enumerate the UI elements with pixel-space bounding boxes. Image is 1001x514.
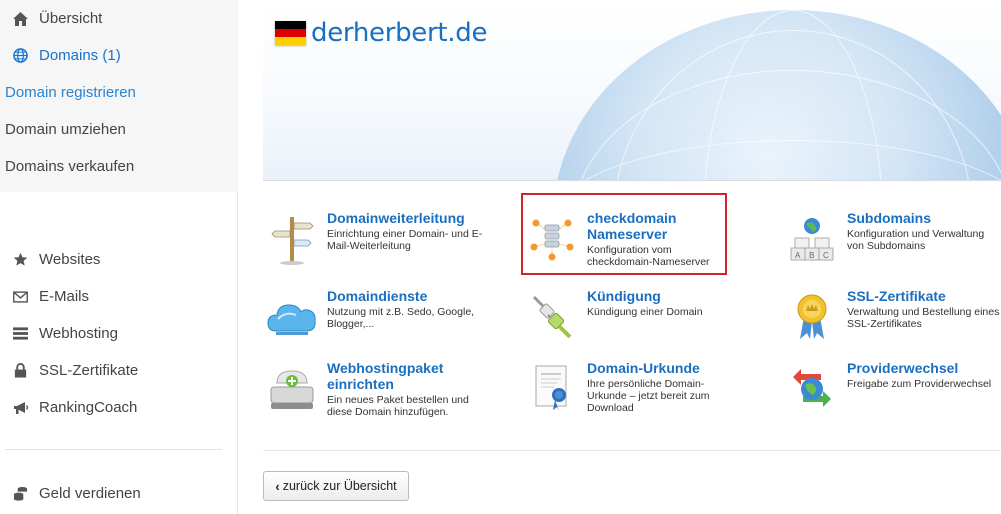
sidebar-item-label: Websites: [39, 251, 101, 268]
tile-domainweiterleitung[interactable]: Domainweiterleitung Einrichtung einer Do…: [263, 210, 498, 268]
tile-description: Einrichtung einer Domain- und E-Mail-Wei…: [327, 228, 483, 252]
tile-title: Domaindienste: [327, 288, 428, 304]
domain-name: derherbert.de: [311, 18, 488, 48]
tile-title: Providerwechsel: [847, 360, 959, 376]
sidebar-item-label: SSL-Zertifikate: [39, 362, 139, 379]
tile-title: Subdomains: [847, 210, 932, 226]
sidebar-main-block: Übersicht Domains (1) Domain registriere…: [0, 0, 238, 192]
tile-kuendigung[interactable]: Kündigung Kündigung einer Domain: [523, 288, 723, 346]
home-icon: [0, 11, 39, 26]
tile-webhostingpaket[interactable]: Webhostingpaket einrichten Ein neues Pak…: [263, 360, 498, 418]
sidebar-item-label: E-Mails: [39, 288, 90, 305]
content-divider: [263, 450, 1001, 451]
tile-domaindienste[interactable]: Domaindienste Nutzung mit z.B. Sedo, Goo…: [263, 288, 498, 346]
tile-description: Verwaltung und Bestellung eines SSL-Zert…: [847, 306, 1000, 330]
star-icon: [0, 252, 39, 267]
sidebar-item-domains[interactable]: Domains (1): [0, 37, 238, 74]
page-title: derherbert.de: [275, 18, 487, 48]
signpost-icon: [263, 210, 321, 268]
tile-title: Domainweiterleitung: [327, 210, 465, 226]
sidebar-item-label: RankingCoach: [39, 399, 138, 416]
unplug-icon: [523, 288, 581, 346]
sidebar-item-label: Domains (1): [39, 47, 121, 64]
tile-description: Ein neues Paket bestellen und diese Doma…: [327, 394, 469, 418]
sidebar-subitem-domains-verkaufen[interactable]: Domains verkaufen: [0, 148, 238, 185]
sidebar-divider: [5, 449, 222, 450]
tile-description: Freigabe zum Providerwechsel: [847, 378, 992, 390]
tile-description: Nutzung mit z.B. Sedo, Google, Blogger,.…: [327, 306, 475, 330]
selection-highlight: [521, 193, 727, 275]
back-button-label: zurück zur Übersicht: [282, 479, 397, 493]
sidebar-item-uebersicht[interactable]: Übersicht: [0, 0, 238, 37]
envelope-icon: [0, 290, 39, 303]
tile-subdomains[interactable]: A B C Subdomains Konfiguration und Verwa…: [783, 210, 1001, 268]
hosting-add-icon: [263, 360, 321, 418]
svg-text:A: A: [795, 251, 801, 260]
sidebar-item-websites[interactable]: Websites: [0, 241, 238, 278]
back-to-overview-button[interactable]: ‹ zurück zur Übersicht: [263, 471, 409, 501]
switch-globe-icon: [783, 360, 841, 418]
award-icon: [783, 288, 841, 346]
header-banner: derherbert.de: [263, 0, 1001, 181]
chevron-left-icon: ‹: [275, 478, 280, 494]
cloud-icon: [263, 288, 321, 346]
sidebar-item-geld-verdienen[interactable]: Geld verdienen: [0, 475, 238, 512]
sidebar-item-rankingcoach[interactable]: RankingCoach: [0, 389, 238, 426]
sidebar-item-label: Geld verdienen: [39, 485, 141, 502]
svg-text:C: C: [823, 251, 829, 260]
germany-flag-icon: [275, 21, 306, 45]
tile-domain-urkunde[interactable]: Domain-Urkunde Ihre persönliche Domain-U…: [523, 360, 723, 418]
svg-text:B: B: [809, 251, 814, 260]
sidebar-subitem-domain-umziehen[interactable]: Domain umziehen: [0, 111, 238, 148]
sidebar-item-label: Übersicht: [39, 10, 103, 27]
tile-description: Ihre persönliche Domain-Urkunde – jetzt …: [587, 378, 710, 414]
sidebar-item-emails[interactable]: E-Mails: [0, 278, 238, 315]
globe-illustration: [553, 10, 1001, 180]
lock-icon: [0, 363, 39, 378]
certificate-icon: [523, 360, 581, 418]
sidebar: Übersicht Domains (1) Domain registriere…: [0, 0, 238, 514]
tile-title: Webhostingpaket einrichten: [327, 360, 444, 392]
abc-blocks-icon: A B C: [783, 210, 841, 268]
megaphone-icon: [0, 401, 39, 415]
globe-icon: [0, 48, 39, 63]
tile-title: Domain-Urkunde: [587, 360, 700, 376]
tile-description: Konfiguration und Verwaltung von Subdoma…: [847, 228, 985, 252]
sidebar-subitem-domain-registrieren[interactable]: Domain registrieren: [0, 74, 238, 111]
sidebar-item-label: Webhosting: [39, 325, 118, 342]
sidebar-item-ssl[interactable]: SSL-Zertifikate: [0, 352, 238, 389]
tile-ssl-zertifikate[interactable]: SSL-Zertifikate Verwaltung und Bestellun…: [783, 288, 1001, 346]
tile-title: SSL-Zertifikate: [847, 288, 946, 304]
tile-providerwechsel[interactable]: Providerwechsel Freigabe zum Providerwec…: [783, 360, 1001, 418]
server-icon: [0, 327, 39, 340]
tile-title: Kündigung: [587, 288, 661, 304]
sidebar-item-webhosting[interactable]: Webhosting: [0, 315, 238, 352]
tile-description: Kündigung einer Domain: [587, 306, 703, 318]
coins-icon: [0, 486, 39, 501]
